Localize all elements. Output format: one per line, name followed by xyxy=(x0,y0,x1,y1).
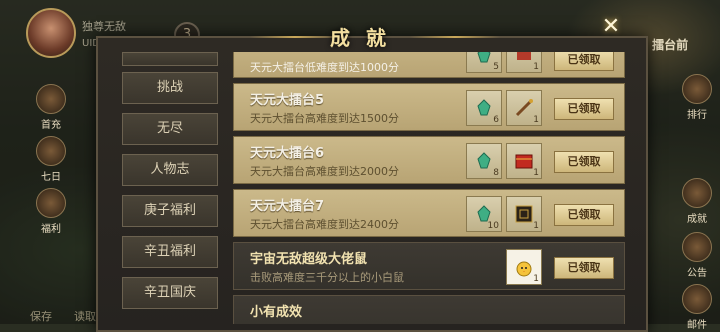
reward-item[interactable]: 1 xyxy=(506,52,542,73)
side-right-label: 邮件 xyxy=(687,320,707,331)
close-button[interactable]: ✕ xyxy=(598,14,624,40)
scroll-icon xyxy=(517,52,531,60)
achievement-row: 天元大擂台低难度到达1000分 5 1 已领取 xyxy=(233,52,625,78)
side-right-label: 成就 xyxy=(687,214,707,225)
player-avatar[interactable] xyxy=(26,8,76,58)
reward-item[interactable]: 6 xyxy=(466,90,502,126)
reward-item[interactable]: 1 xyxy=(506,90,542,126)
chick-meme-icon xyxy=(516,261,532,277)
title-ornament-left xyxy=(250,36,340,38)
reward-count: 6 xyxy=(493,115,499,125)
reward-count: 1 xyxy=(533,62,539,72)
menu-load[interactable]: 读取 xyxy=(74,308,96,324)
reward-item[interactable]: 1 xyxy=(506,196,542,232)
achievement-row: 小有成效 xyxy=(233,295,625,324)
achievement-desc: 天元大擂台高难度到达1500分 xyxy=(250,112,399,125)
jade-icon xyxy=(477,152,491,169)
side-left-label: 福利 xyxy=(41,224,61,235)
calendar-icon xyxy=(36,136,66,166)
close-icon: ✕ xyxy=(601,14,621,39)
reward-count: 1 xyxy=(533,168,539,178)
side-right-label: 公告 xyxy=(687,268,707,279)
side-left-label: 七日 xyxy=(41,172,61,183)
seven-day-button[interactable]: 七日 xyxy=(34,136,68,183)
tab-challenge[interactable]: 挑战 xyxy=(122,72,218,104)
gift-icon xyxy=(36,84,66,114)
reward-item[interactable]: 8 xyxy=(466,143,502,179)
reward-count: 1 xyxy=(533,274,539,284)
tab-characters[interactable]: 人物志 xyxy=(122,154,218,186)
achievement-button[interactable]: 成就 xyxy=(680,178,714,225)
reward-count: 1 xyxy=(533,115,539,125)
red-tome-icon xyxy=(515,154,533,169)
reward-item[interactable]: 10 xyxy=(466,196,502,232)
claimed-button[interactable]: 已领取 xyxy=(554,204,614,226)
reward-item[interactable]: 1 xyxy=(506,143,542,179)
jade-icon xyxy=(477,99,491,116)
tab-gengzi-welfare[interactable]: 庚子福利 xyxy=(122,195,218,227)
reward-count: 10 xyxy=(487,221,499,231)
coin-icon xyxy=(36,188,66,218)
menu-save[interactable]: 保存 xyxy=(30,308,52,324)
achievement-title: 小有成效 xyxy=(250,305,303,320)
reward-item[interactable]: 5 xyxy=(466,52,502,73)
mail-icon xyxy=(682,284,712,314)
tab-xinchou-national-day[interactable]: 辛丑国庆 xyxy=(122,277,218,309)
achievement-title: 天元大擂台5 xyxy=(250,93,325,108)
dialog-title: 成就 xyxy=(330,26,402,50)
medal-icon xyxy=(682,178,712,208)
achievement-list[interactable]: 天元大擂台低难度到达1000分 5 1 已领取 天元大擂台5 天元大擂台高难度到… xyxy=(233,52,625,324)
notice-button[interactable]: 公告 xyxy=(680,232,714,279)
player-name: 独尊无敌 xyxy=(82,20,126,33)
achievement-row: 天元大擂台5 天元大擂台高难度到达1500分 6 1 已领取 xyxy=(233,83,625,131)
claimed-button[interactable]: 已领取 xyxy=(554,257,614,279)
title-ornament-right xyxy=(410,36,500,38)
side-left-label: 首充 xyxy=(41,120,61,131)
achievement-row: 宇宙无敌超级大佬鼠 击败高难度三千分以上的小白鼠 1 已领取 xyxy=(233,242,625,290)
claimed-button[interactable]: 已领取 xyxy=(554,151,614,173)
dark-chest-icon xyxy=(515,205,533,223)
achievement-desc: 天元大擂台高难度到达2400分 xyxy=(250,218,399,231)
reward-count: 8 xyxy=(493,168,499,178)
achievement-row: 天元大擂台6 天元大擂台高难度到达2000分 8 1 已领取 xyxy=(233,136,625,184)
jade-icon xyxy=(477,52,491,63)
reward-item[interactable]: 1 xyxy=(506,249,542,285)
welfare-button[interactable]: 福利 xyxy=(34,188,68,235)
claimed-button[interactable]: 已领取 xyxy=(554,98,614,120)
tab-xinchou-welfare[interactable]: 辛丑福利 xyxy=(122,236,218,268)
staff-icon xyxy=(515,99,533,117)
side-right-label: 排行 xyxy=(687,110,707,121)
achievement-desc: 击败高难度三千分以上的小白鼠 xyxy=(250,271,404,284)
tab-endless[interactable]: 无尽 xyxy=(122,113,218,145)
first-recharge-button[interactable]: 首充 xyxy=(34,84,68,131)
achievement-row: 天元大擂台7 天元大擂台高难度到达2400分 10 1 已领取 xyxy=(233,189,625,237)
achievement-title: 天元大擂台6 xyxy=(250,146,325,161)
tab-hidden-top[interactable] xyxy=(122,52,218,66)
reward-count: 5 xyxy=(493,62,499,72)
reward-count: 1 xyxy=(533,221,539,231)
achievement-desc: 天元大擂台高难度到达2000分 xyxy=(250,165,399,178)
trophy-icon xyxy=(682,74,712,104)
bell-icon xyxy=(682,232,712,262)
achievement-desc: 天元大擂台低难度到达1000分 xyxy=(250,61,399,74)
claimed-button[interactable]: 已领取 xyxy=(554,52,614,71)
ranking-button[interactable]: 排行 xyxy=(680,74,714,121)
achievement-title: 宇宙无敌超级大佬鼠 xyxy=(250,252,368,267)
achievement-title: 天元大擂台7 xyxy=(250,199,325,214)
